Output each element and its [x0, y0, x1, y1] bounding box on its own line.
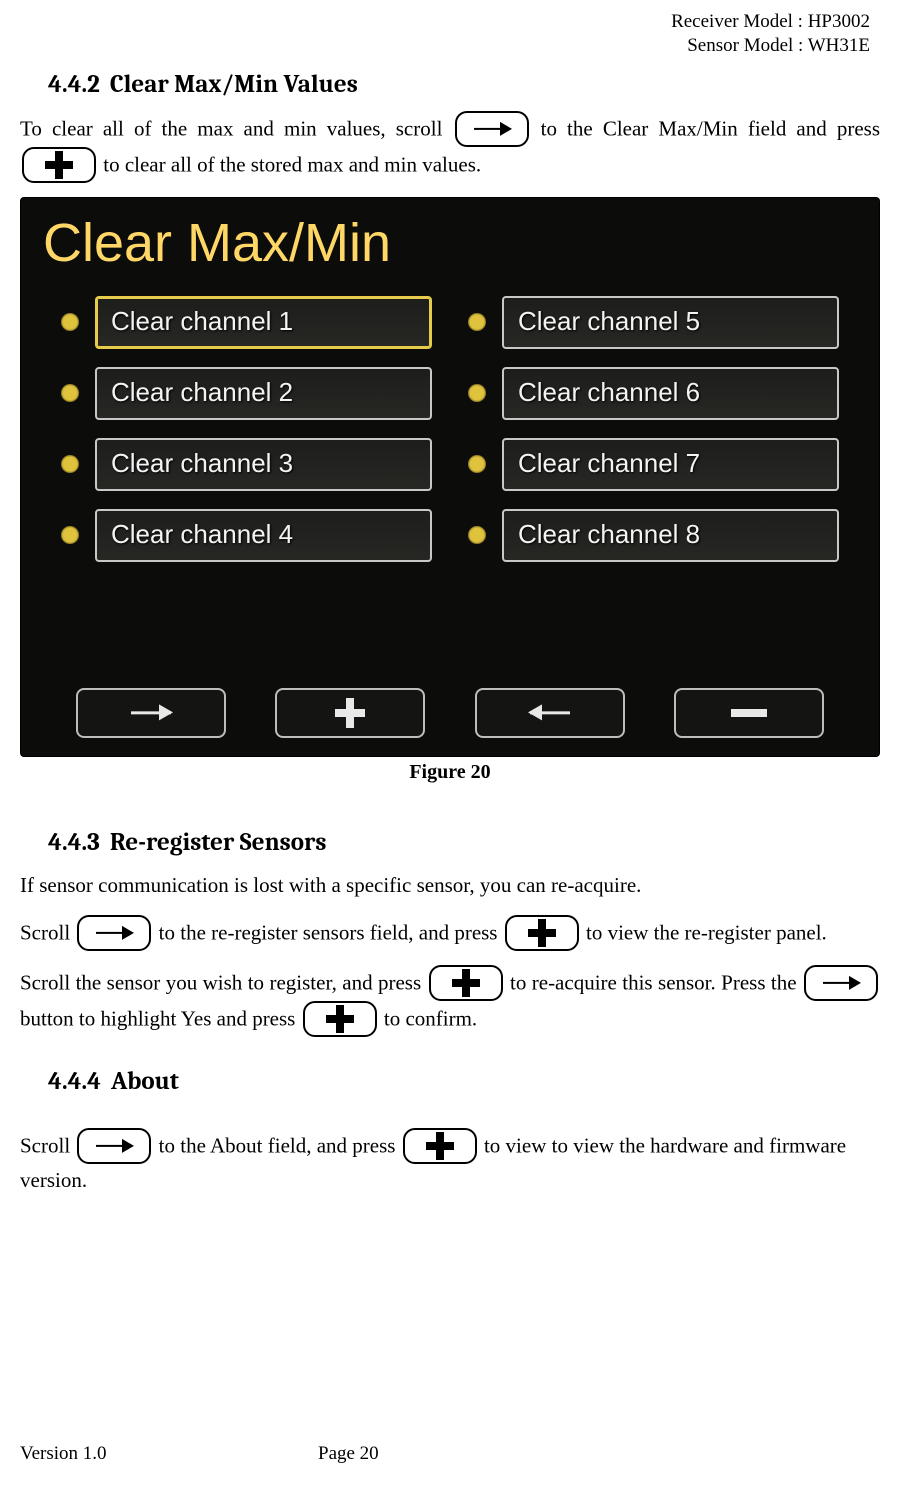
nav-minus-button[interactable] [674, 688, 824, 738]
plus-icon [303, 1001, 377, 1037]
clear-channel-button[interactable]: Clear channel 2 [95, 367, 432, 420]
section-title-443: Re-register Sensors [110, 828, 327, 857]
paragraph-443-1: If sensor communication is lost with a s… [20, 869, 880, 902]
plus-icon [403, 1128, 477, 1164]
receiver-model: Receiver Model : HP3002 [20, 10, 870, 34]
bottom-button-bar [21, 688, 879, 738]
clear-channel-button[interactable]: Clear channel 4 [95, 509, 432, 562]
nav-right-button[interactable] [76, 688, 226, 738]
paragraph-442: To clear all of the max and min values, … [20, 111, 880, 183]
plus-icon [22, 147, 96, 183]
channel-row: Clear channel 8 [468, 509, 839, 562]
arrow-right-icon [804, 965, 878, 1001]
nav-left-button[interactable] [475, 688, 625, 738]
heading-442: 4.4.2 Clear Max/Min Values [48, 70, 880, 99]
status-dot-icon [468, 526, 486, 544]
channel-row: Clear channel 6 [468, 367, 839, 420]
arrow-right-icon [455, 111, 529, 147]
status-dot-icon [61, 526, 79, 544]
plus-icon [429, 965, 503, 1001]
paragraph-443-3: Scroll the sensor you wish to register, … [20, 965, 880, 1037]
status-dot-icon [61, 384, 79, 402]
channel-row: Clear channel 7 [468, 438, 839, 491]
screen-title: Clear Max/Min [21, 198, 879, 296]
clear-channel-button[interactable]: Clear channel 8 [502, 509, 839, 562]
status-dot-icon [61, 313, 79, 331]
channel-row: Clear channel 4 [61, 509, 432, 562]
section-title-444: About [111, 1067, 179, 1096]
page-header: Receiver Model : HP3002 Sensor Model : W… [20, 10, 880, 58]
right-column: Clear channel 5 Clear channel 6 Clear ch… [468, 296, 839, 562]
section-no-442: 4.4.2 [48, 70, 100, 99]
arrow-right-icon [131, 711, 171, 714]
page-footer: Version 1.0 Page 20 [20, 1443, 880, 1465]
clear-channel-button[interactable]: Clear channel 5 [502, 296, 839, 349]
clear-channel-button[interactable]: Clear channel 6 [502, 367, 839, 420]
paragraph-444: Scroll to the About field, and press to … [20, 1128, 880, 1197]
channel-row: Clear channel 1 [61, 296, 432, 349]
figure-20-screenshot: Clear Max/Min Clear channel 1 Clear chan… [20, 197, 880, 757]
heading-444: 4.4.4 About [48, 1067, 880, 1096]
arrow-right-icon [77, 1128, 151, 1164]
clear-channel-button[interactable]: Clear channel 3 [95, 438, 432, 491]
status-dot-icon [468, 455, 486, 473]
paragraph-443-2: Scroll to the re-register sensors field,… [20, 915, 880, 951]
sensor-model: Sensor Model : WH31E [20, 34, 870, 58]
section-title-442: Clear Max/Min Values [110, 70, 358, 99]
nav-plus-button[interactable] [275, 688, 425, 738]
clear-channel-button[interactable]: Clear channel 1 [95, 296, 432, 349]
status-dot-icon [468, 313, 486, 331]
left-column: Clear channel 1 Clear channel 2 Clear ch… [61, 296, 432, 562]
plus-icon [505, 915, 579, 951]
section-no-443: 4.4.3 [48, 828, 100, 857]
clear-channel-button[interactable]: Clear channel 7 [502, 438, 839, 491]
status-dot-icon [61, 455, 79, 473]
version-label: Version 1.0 [20, 1443, 107, 1464]
section-no-444: 4.4.4 [48, 1067, 101, 1096]
plus-icon [335, 698, 365, 728]
channel-columns: Clear channel 1 Clear channel 2 Clear ch… [21, 296, 879, 562]
page-number: Page 20 [318, 1443, 379, 1465]
channel-row: Clear channel 2 [61, 367, 432, 420]
status-dot-icon [468, 384, 486, 402]
channel-row: Clear channel 3 [61, 438, 432, 491]
arrow-left-icon [530, 711, 570, 714]
heading-443: 4.4.3 Re-register Sensors [48, 828, 880, 857]
minus-icon [731, 709, 767, 717]
figure-caption: Figure 20 [20, 761, 880, 784]
arrow-right-icon [77, 915, 151, 951]
channel-row: Clear channel 5 [468, 296, 839, 349]
